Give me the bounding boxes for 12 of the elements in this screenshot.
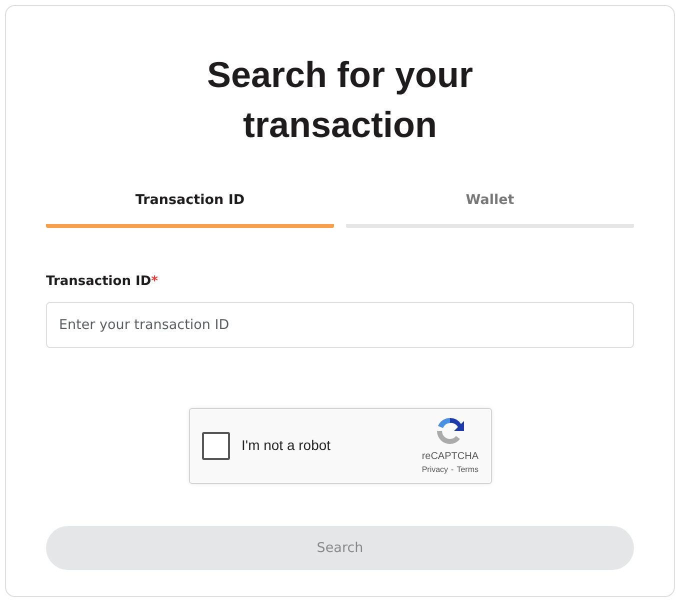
transaction-id-field[interactable]: Enter your transaction ID: [46, 302, 634, 348]
tab[interactable]: Wallet: [346, 190, 634, 228]
separator: -: [451, 464, 454, 476]
captcha-label: I'm not a robot: [242, 436, 331, 456]
field-label: Transaction ID: [46, 274, 152, 290]
captcha-checkbox[interactable]: [202, 432, 230, 460]
privacy-link[interactable]: Privacy: [422, 464, 448, 476]
captcha-brand: reCAPTCHA: [422, 450, 478, 464]
required-mark: *: [151, 274, 158, 290]
terms-link[interactable]: Terms: [456, 464, 478, 476]
page-title: Search for your transaction: [206, 53, 474, 147]
tab[interactable]: Transaction ID: [46, 190, 334, 228]
